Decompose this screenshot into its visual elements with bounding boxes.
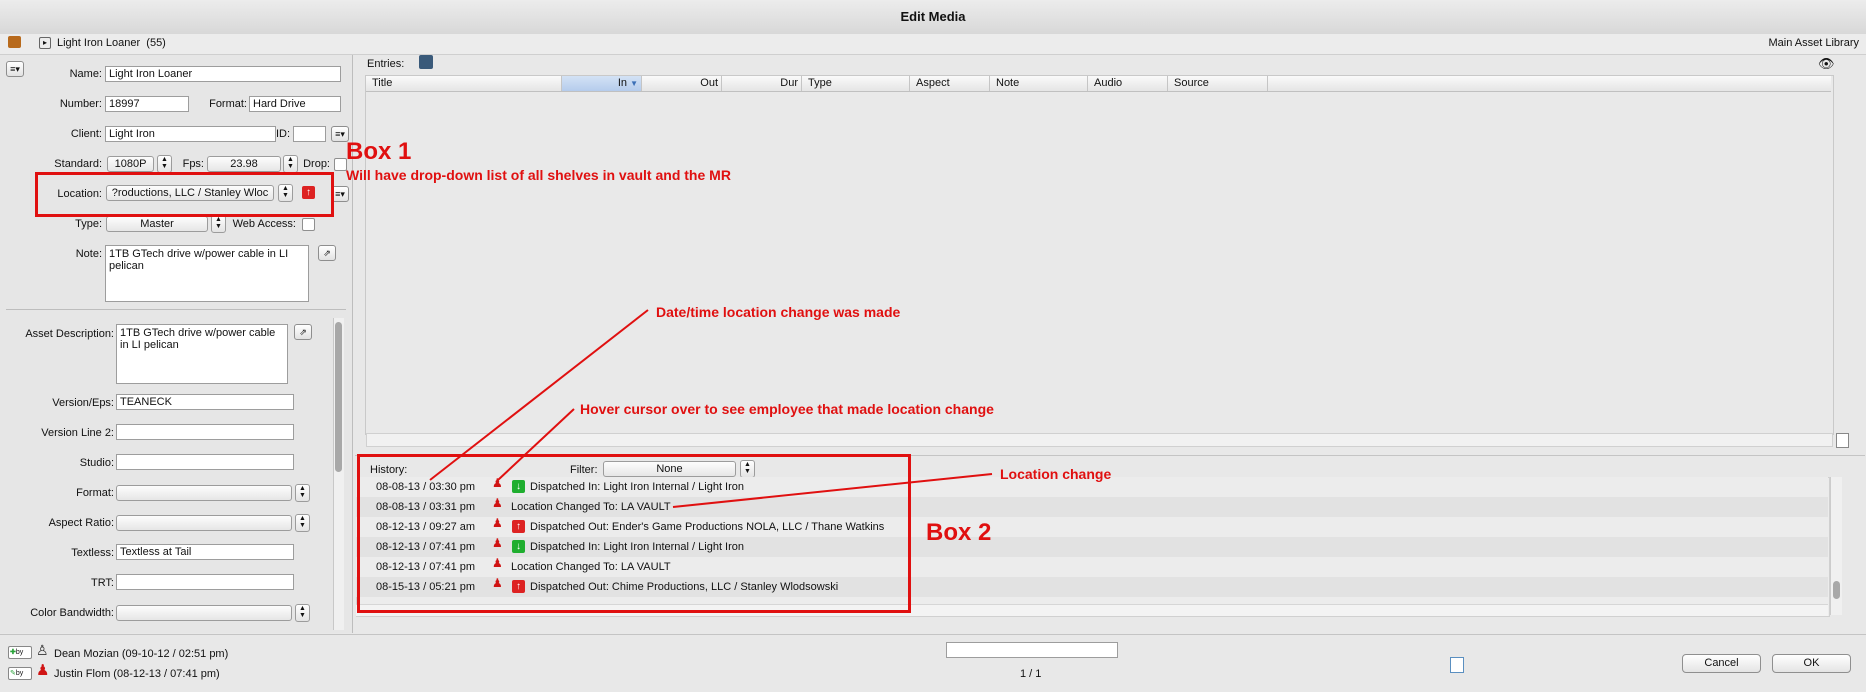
datetime-pointer-line: [429, 309, 649, 481]
footer-divider: [0, 634, 1866, 635]
cancel-button[interactable]: Cancel: [1682, 654, 1761, 673]
page-search-field[interactable]: [946, 642, 1118, 658]
export-icon[interactable]: [1450, 657, 1464, 673]
modified-by-text: Justin Flom (08-12-13 / 07:41 pm): [54, 668, 220, 680]
location-pointer-line: [672, 473, 993, 508]
modifier-user-icon: ♟: [36, 662, 50, 679]
edit-icon: ✎: [10, 670, 16, 677]
add-icon: ✚: [10, 649, 16, 656]
created-badge-text: by: [15, 649, 24, 656]
creator-user-icon: ♙: [36, 642, 49, 658]
modified-badge: ✎by: [8, 667, 32, 680]
page-indicator: 1 / 1: [1020, 668, 1042, 680]
hover-pointer-line: [497, 408, 575, 481]
created-badge: ✚by: [8, 646, 32, 659]
created-by-text: Dean Mozian (09-10-12 / 02:51 pm): [54, 648, 229, 660]
annotation-pointer-lines: [429, 309, 993, 508]
ok-button[interactable]: OK: [1772, 654, 1851, 673]
modified-badge-text: by: [15, 670, 24, 677]
